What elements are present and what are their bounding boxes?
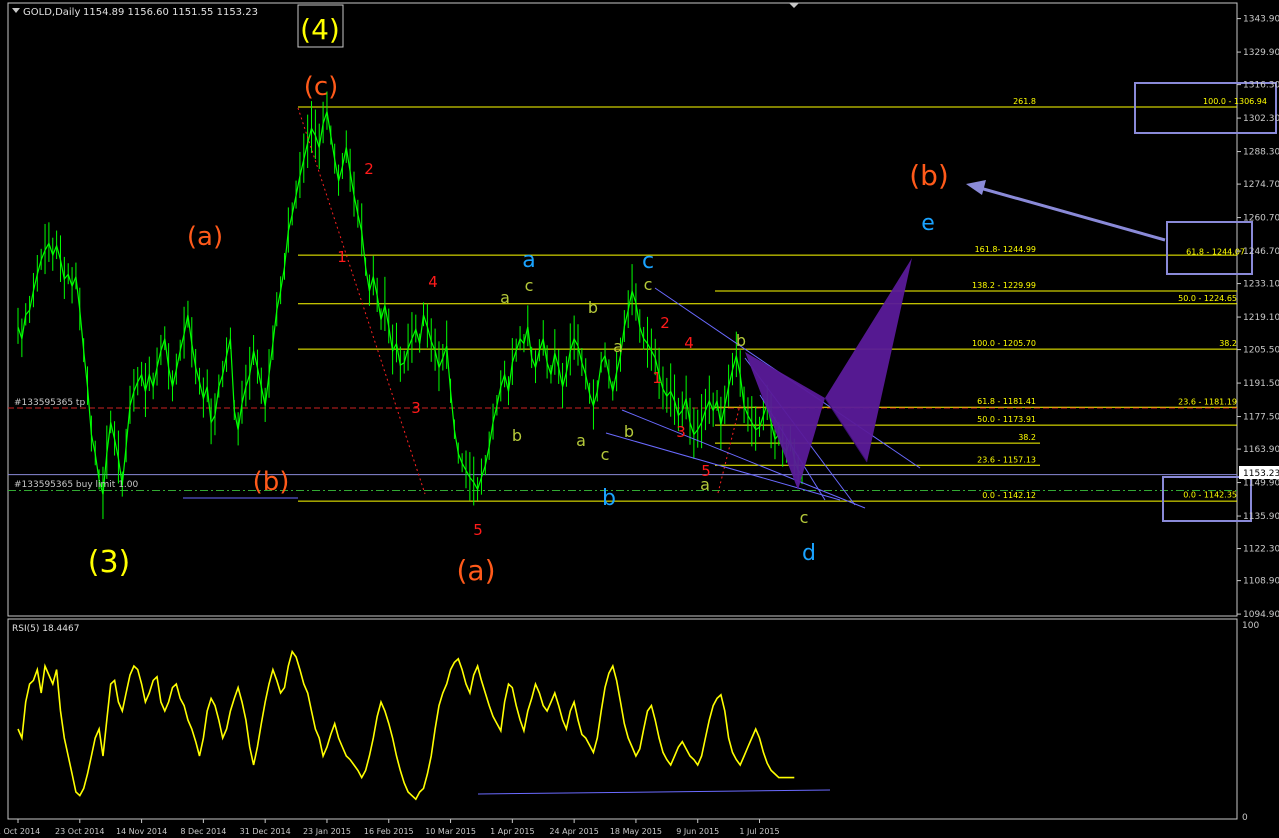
wave-label: a <box>613 337 623 356</box>
wave-label: c <box>800 508 809 527</box>
wave-label: 3 <box>676 423 686 441</box>
wave-label: c <box>525 276 534 295</box>
wave-label: 3 <box>411 399 421 417</box>
fib-label: 100.0 - 1306.94 <box>1203 97 1267 106</box>
time-tick-label: 1 Oct 2014 <box>0 827 40 836</box>
fib-label: 261.8 <box>1013 97 1036 106</box>
buy-limit-order-label: #133595365 buy limit 1.00 <box>14 480 139 490</box>
time-tick-label: 8 Dec 2014 <box>180 827 226 836</box>
price-tick-label: 1191.50 <box>1243 379 1279 389</box>
time-tick-label: 23 Oct 2014 <box>55 827 104 836</box>
ohlc-values: 1154.89 1156.60 1151.55 1153.23 <box>83 7 258 18</box>
fib-label: 50.0 - 1224.65 <box>1178 294 1237 303</box>
time-tick-label: 1 Apr 2015 <box>490 827 534 836</box>
wave-label: (3) <box>88 545 131 580</box>
price-tick-label: 1302.30 <box>1243 114 1279 124</box>
wave-label: (c) <box>304 72 339 102</box>
price-tick-label: 1122.30 <box>1243 545 1279 555</box>
price-tick-label: 1233.10 <box>1243 280 1279 290</box>
fib-label: 38.2 <box>1219 339 1237 348</box>
price-tick-label: 1205.50 <box>1243 346 1279 356</box>
wave-label: 1 <box>652 369 662 387</box>
wave-label: e <box>921 211 935 236</box>
wave-label: b <box>512 426 522 445</box>
wave-label: a <box>522 248 535 273</box>
price-tick-label: 1274.70 <box>1243 180 1279 190</box>
price-tick-label: 1316.30 <box>1243 81 1279 91</box>
price-tick-label: 1094.90 <box>1243 610 1279 620</box>
fib-label: 61.8 - 1181.41 <box>977 397 1036 406</box>
price-tick-label: 1177.50 <box>1243 413 1279 423</box>
current-price-tag: 1153.23 <box>1239 466 1279 479</box>
wave-label: b <box>588 298 598 317</box>
wave-label: (b) <box>253 467 290 497</box>
wave-label: 4 <box>428 273 438 291</box>
time-tick-label: 10 Mar 2015 <box>425 827 476 836</box>
price-tick-label: 1260.70 <box>1243 214 1279 224</box>
wave-label: c <box>642 249 654 274</box>
fib-label: 138.2 - 1229.99 <box>972 281 1036 290</box>
time-tick-label: 31 Dec 2014 <box>240 827 291 836</box>
time-tick-label: 18 May 2015 <box>610 827 662 836</box>
price-tick-label: 1329.90 <box>1243 48 1279 58</box>
price-tick-label: 1219.10 <box>1243 313 1279 323</box>
wave-label: 2 <box>364 160 374 178</box>
wave-label: a <box>576 431 586 450</box>
rsi-title: RSI(5) 18.4467 <box>12 624 79 634</box>
price-tick-label: 1108.90 <box>1243 577 1279 587</box>
chart-background <box>0 0 1279 838</box>
current-price-value: 1153.23 <box>1243 469 1279 479</box>
fib-label: 100.0 - 1205.70 <box>972 339 1036 348</box>
time-tick-label: 1 Jul 2015 <box>739 827 779 836</box>
wave-label: c <box>644 275 653 294</box>
time-tick-label: 23 Jan 2015 <box>303 827 351 836</box>
wave-label: d <box>802 541 816 566</box>
fib-label: 50.0 - 1173.91 <box>977 415 1036 424</box>
fib-label: 38.2 <box>1018 433 1036 442</box>
price-tick-label: 1135.90 <box>1243 512 1279 522</box>
tp-order-label: #133595365 tp <box>14 398 85 408</box>
fib-label: 0.0 - 1142.35 <box>1183 491 1237 500</box>
time-tick-label: 14 Nov 2014 <box>116 827 167 836</box>
price-tick-label: 1163.90 <box>1243 445 1279 455</box>
price-tick-label: 1149.90 <box>1243 479 1279 489</box>
fib-label: 23.6 - 1181.19 <box>1178 398 1237 407</box>
wave-label: 4 <box>684 334 694 352</box>
fib-label: 23.6 - 1157.13 <box>977 455 1036 464</box>
wave-label: (a) <box>187 222 223 252</box>
chart-root: 261.8 100.0 - 1306.94 161.8- 1244.99 61.8 -… <box>0 0 1279 838</box>
wave-label: a <box>500 288 510 307</box>
wave-label: 1 <box>337 248 347 266</box>
wave-label: 2 <box>660 314 670 332</box>
wave-label: (b) <box>909 159 949 192</box>
wave-label: a <box>700 475 710 494</box>
wave-label: b <box>624 422 634 441</box>
price-tick-label: 1246.70 <box>1243 247 1279 257</box>
time-tick-label: 24 Apr 2015 <box>549 827 598 836</box>
wave-label: (a) <box>456 554 495 587</box>
wave-label: b <box>736 331 746 350</box>
fib-label: 61.8 - 1244.07 <box>1186 247 1245 256</box>
wave-label: (4) <box>300 13 340 46</box>
time-tick-label: 9 Jun 2015 <box>676 827 719 836</box>
wave-label: b <box>602 486 616 511</box>
symbol-label: GOLD,Daily <box>23 7 80 18</box>
rsi-scale-bottom: 0 <box>1242 813 1248 823</box>
time-tick-label: 16 Feb 2015 <box>364 827 414 836</box>
price-tick-label: 1288.30 <box>1243 148 1279 158</box>
rsi-scale-top: 100 <box>1242 621 1259 631</box>
wave-label: c <box>601 445 610 464</box>
fib-label: 0.0 - 1142.12 <box>982 491 1036 500</box>
fib-label: 161.8- 1244.99 <box>975 245 1036 254</box>
wave-label: 5 <box>473 521 483 539</box>
price-tick-label: 1343.90 <box>1243 15 1279 25</box>
